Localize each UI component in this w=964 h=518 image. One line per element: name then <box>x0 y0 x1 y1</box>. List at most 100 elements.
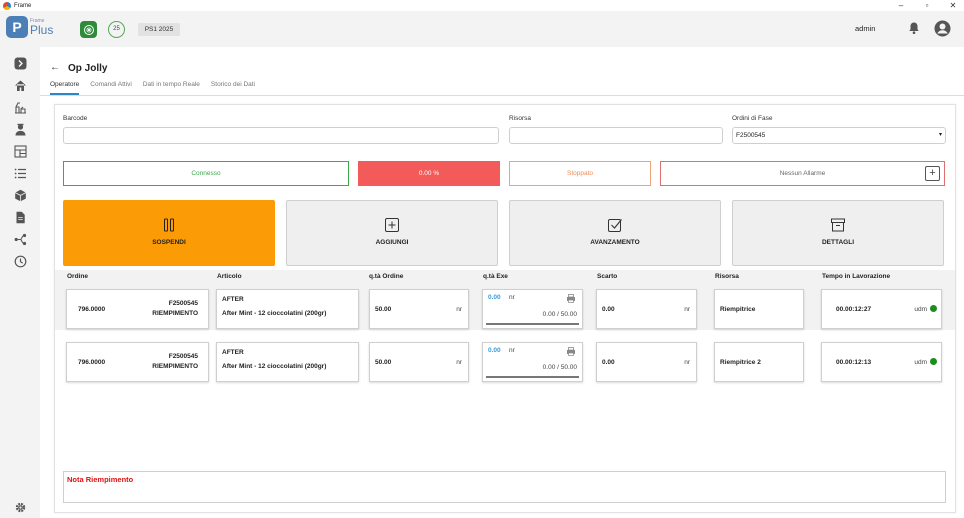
col-scarto: Scarto <box>597 273 618 280</box>
tempo-value: 00.00:12:13 <box>836 359 872 366</box>
main-content: ← Op Jolly Operatore Comandi Attivi Dati… <box>40 47 964 518</box>
machine-icon[interactable] <box>13 100 27 114</box>
ordine-phase: RIEMPIMENTO <box>152 363 198 370</box>
machine-state-status: Stoppato <box>509 161 651 186</box>
close-button[interactable]: ✕ <box>948 0 958 11</box>
qta-ordine-value: 50.00 <box>375 359 392 366</box>
alarm-status: Nessun Allarme + <box>660 161 945 186</box>
expand-sidebar-icon[interactable] <box>13 56 27 70</box>
qta-exe-progress: 0.00 / 50.00 <box>542 364 577 371</box>
ordine-code: F2500545 <box>168 353 198 360</box>
username[interactable]: admin <box>855 24 875 33</box>
maximize-button[interactable]: ▫ <box>922 0 932 11</box>
ordine-number: 796.0000 <box>78 306 106 313</box>
qta-exe-unit: nr <box>509 347 515 354</box>
tempo-unit: udm <box>914 306 927 313</box>
running-status-dot <box>930 305 937 312</box>
tempo-cell: 00.00:12:27 udm <box>821 289 942 329</box>
qta-exe-cell[interactable]: 0.00 nr 0.00 / 50.00 <box>482 342 583 382</box>
scarto-cell[interactable]: 0.00 nr <box>596 289 697 329</box>
col-qta-ordine: q.tà Ordine <box>369 273 404 280</box>
tab-operatore[interactable]: Operatore <box>50 81 80 95</box>
tempo-unit: udm <box>914 359 927 366</box>
tab-storico-dati[interactable]: Storico dei Dati <box>211 81 255 95</box>
home-icon[interactable] <box>13 78 27 92</box>
col-ordine: Ordine <box>67 273 88 280</box>
network-icon[interactable] <box>80 21 97 38</box>
col-qta-exe: q.tà Exe <box>483 273 508 280</box>
articolo-cell: AFTER After Mint - 12 cioccolatini (200g… <box>216 289 359 329</box>
tab-comandi-attivi[interactable]: Comandi Attivi <box>90 81 132 95</box>
sidebar <box>0 47 40 518</box>
suspend-button[interactable]: SOSPENDI <box>63 200 275 266</box>
window-title: Frame <box>14 2 32 9</box>
suspend-label: SOSPENDI <box>152 239 186 246</box>
advance-button[interactable]: AVANZAMENTO <box>509 200 721 266</box>
ordine-cell: 796.0000 F2500545 RIEMPIMENTO <box>66 289 209 329</box>
table-header: Ordine Articolo q.tà Ordine q.tà Exe Sca… <box>55 270 955 282</box>
package-icon[interactable] <box>13 188 27 202</box>
risorsa-input[interactable] <box>509 127 723 144</box>
history-icon[interactable] <box>13 254 27 268</box>
operator-icon[interactable] <box>13 122 27 136</box>
window-title-bar: Frame – ▫ ✕ <box>0 0 964 11</box>
qta-ordine-value: 50.00 <box>375 306 392 313</box>
risorsa-value: Riempitrice 2 <box>720 359 761 366</box>
app-logo[interactable]: P Frame Plus <box>6 16 53 38</box>
nota-textarea[interactable]: Nota Riempimento <box>63 471 946 503</box>
col-tempo: Tempo in Lavorazione <box>822 273 891 280</box>
articolo-code: AFTER <box>222 349 244 356</box>
tempo-value: 00.00:12:27 <box>836 306 872 313</box>
ordini-fase-value: F2500545 <box>736 132 766 139</box>
printer-icon[interactable] <box>566 294 576 303</box>
qta-exe-progress-bar <box>486 323 579 325</box>
qta-exe-progress: 0.00 / 50.00 <box>542 311 577 318</box>
list-icon[interactable] <box>13 166 27 180</box>
document-icon[interactable] <box>13 210 27 224</box>
articolo-desc: After Mint - 12 cioccolatini (200gr) <box>222 310 327 317</box>
checkbox-icon <box>608 219 622 232</box>
add-box-icon <box>385 218 399 232</box>
workflow-icon[interactable] <box>13 232 27 246</box>
scarto-cell[interactable]: 0.00 nr <box>596 342 697 382</box>
back-arrow-icon[interactable]: ← <box>50 62 60 73</box>
dropdown-caret-icon: ▾ <box>938 132 942 138</box>
bell-icon[interactable] <box>907 21 921 35</box>
barcode-input[interactable] <box>63 127 499 144</box>
qta-ordine-unit: nr <box>456 306 462 313</box>
operator-panel: Barcode Risorsa Ordini di Fase F2500545 … <box>54 104 956 513</box>
ordini-fase-select[interactable]: F2500545 ▾ <box>732 127 946 144</box>
risorsa-label: Risorsa <box>509 115 532 122</box>
tab-dati-tempo-reale[interactable]: Dati in tempo Reale <box>143 81 200 95</box>
table-row[interactable]: 796.0000 F2500545 RIEMPIMENTO AFTER Afte… <box>55 335 955 383</box>
articolo-code: AFTER <box>222 296 244 303</box>
count-badge[interactable]: 25 <box>108 21 125 38</box>
minimize-button[interactable]: – <box>896 0 906 11</box>
ordine-code: F2500545 <box>168 300 198 307</box>
scarto-unit: nr <box>684 359 690 366</box>
table-row[interactable]: 796.0000 F2500545 RIEMPIMENTO AFTER Afte… <box>55 282 955 330</box>
details-label: DETTAGLI <box>821 239 854 246</box>
running-status-dot <box>930 358 937 365</box>
details-button[interactable]: DETTAGLI <box>732 200 944 266</box>
ordini-fase-label: Ordini di Fase <box>732 115 773 122</box>
page-title: Op Jolly <box>68 63 108 74</box>
col-articolo: Articolo <box>217 273 242 280</box>
risorsa-cell: Riempitrice 2 <box>714 342 804 382</box>
scarto-unit: nr <box>684 306 690 313</box>
qta-exe-progress-bar <box>486 376 579 378</box>
printer-icon[interactable] <box>566 347 576 356</box>
settings-icon[interactable] <box>13 500 27 514</box>
add-label: AGGIUNGI <box>375 239 409 246</box>
qta-ordine-unit: nr <box>456 359 462 366</box>
articolo-cell: AFTER After Mint - 12 cioccolatini (200g… <box>216 342 359 382</box>
qta-exe-cell[interactable]: 0.00 nr 0.00 / 50.00 <box>482 289 583 329</box>
add-button[interactable]: AGGIUNGI <box>286 200 498 266</box>
ordine-number: 796.0000 <box>78 359 106 366</box>
dashboard-icon[interactable] <box>13 144 27 158</box>
avatar-icon[interactable] <box>934 20 951 37</box>
plant-tag[interactable]: PS1 2025 <box>138 23 180 36</box>
add-alarm-button[interactable]: + <box>925 166 940 181</box>
risorsa-value: Riempitrice <box>720 306 756 313</box>
qta-ordine-cell: 50.00 nr <box>369 342 469 382</box>
